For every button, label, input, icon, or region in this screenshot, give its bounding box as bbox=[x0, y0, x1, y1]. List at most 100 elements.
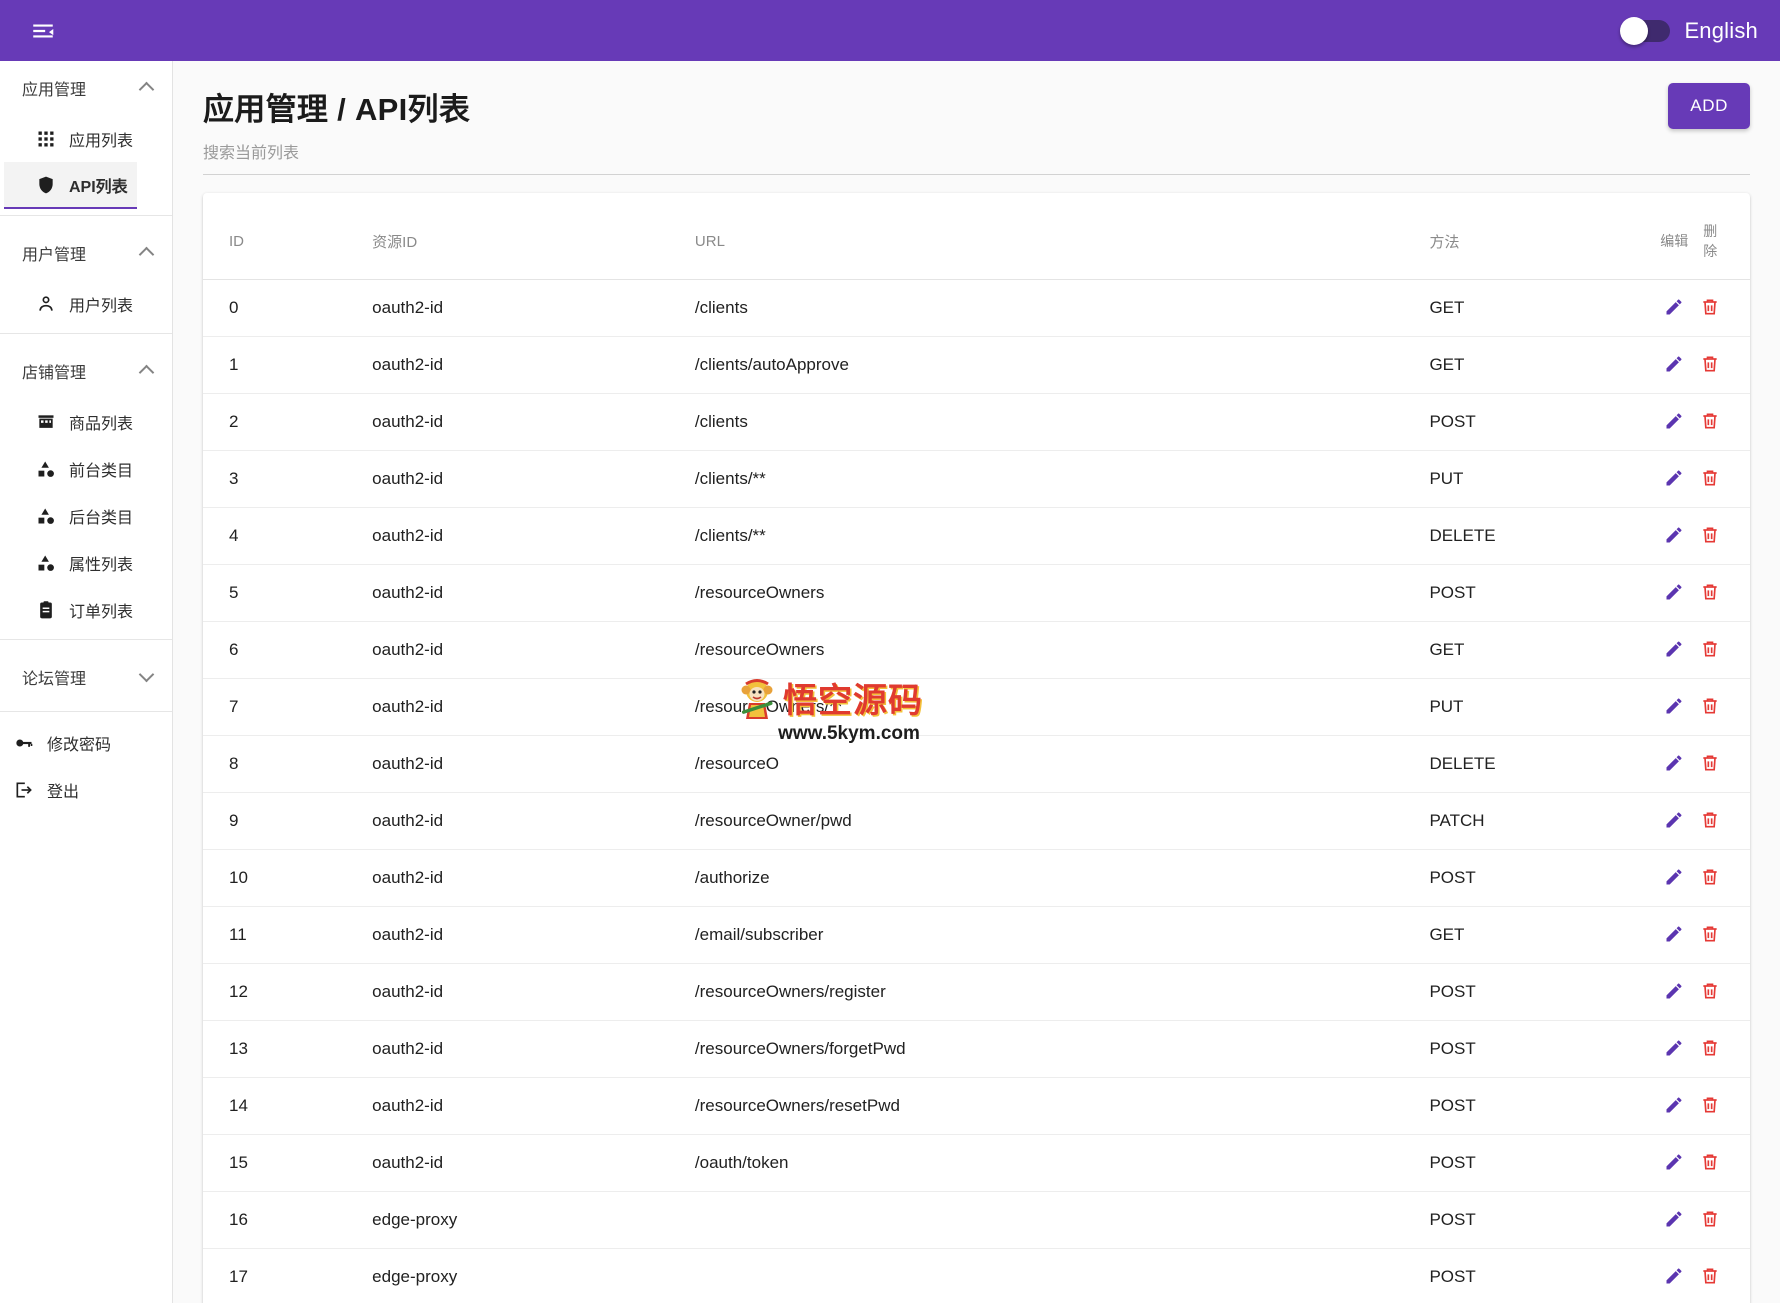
menu-open-icon[interactable] bbox=[20, 8, 66, 54]
table-row[interactable]: 16 edge-proxy POST bbox=[203, 1191, 1750, 1249]
trash-icon[interactable] bbox=[1697, 351, 1723, 377]
trash-icon[interactable] bbox=[1697, 693, 1723, 719]
sidebar-item-attribute-list[interactable]: 属性列表 bbox=[0, 539, 172, 586]
trash-icon[interactable] bbox=[1697, 807, 1723, 833]
sidebar-item-front-category[interactable]: 前台类目 bbox=[0, 445, 172, 492]
cell-delete bbox=[1696, 678, 1750, 736]
sidebar-item-label: API列表 bbox=[69, 178, 128, 196]
pencil-icon[interactable] bbox=[1661, 1206, 1687, 1232]
sidebar-item-label: 商品列表 bbox=[69, 415, 134, 433]
pencil-icon[interactable] bbox=[1661, 294, 1687, 320]
trash-icon[interactable] bbox=[1697, 750, 1723, 776]
sidebar-item-label: 后台类目 bbox=[69, 509, 134, 527]
table-row[interactable]: 13 oauth2-id/resourceOwners/forgetPwd POST bbox=[203, 1020, 1750, 1078]
trash-icon[interactable] bbox=[1697, 921, 1723, 947]
cell-resource: oauth2-id bbox=[372, 906, 695, 964]
table-row[interactable]: 5 oauth2-id/resourceOwners POST bbox=[203, 564, 1750, 622]
sidebar-item-logout[interactable]: 登出 bbox=[0, 766, 172, 813]
trash-icon[interactable] bbox=[1697, 636, 1723, 662]
search-input[interactable] bbox=[203, 139, 1750, 175]
trash-icon[interactable] bbox=[1697, 1035, 1723, 1061]
cell-edit bbox=[1652, 792, 1697, 850]
table-row[interactable]: 4 oauth2-id/clients/** DELETE bbox=[203, 507, 1750, 565]
sidebar-item-product-list[interactable]: 商品列表 bbox=[0, 398, 172, 445]
pencil-icon[interactable] bbox=[1661, 408, 1687, 434]
cell-method: DELETE bbox=[1429, 507, 1653, 565]
pencil-icon[interactable] bbox=[1661, 978, 1687, 1004]
sidebar-item-back-category[interactable]: 后台类目 bbox=[0, 492, 172, 539]
trash-icon[interactable] bbox=[1697, 978, 1723, 1004]
pencil-icon[interactable] bbox=[1661, 465, 1687, 491]
table-row[interactable]: 10 oauth2-id/authorize POST bbox=[203, 849, 1750, 907]
sidebar-item-api-list[interactable]: API列表 bbox=[4, 162, 137, 209]
add-button[interactable]: ADD bbox=[1668, 83, 1750, 129]
table-row[interactable]: 3 oauth2-id/clients/** PUT bbox=[203, 450, 1750, 508]
apps-grid-icon bbox=[36, 129, 56, 149]
column-header-resource[interactable]: 资源ID bbox=[372, 193, 695, 280]
column-header-method[interactable]: 方法 bbox=[1429, 193, 1653, 280]
pencil-icon[interactable] bbox=[1661, 693, 1687, 719]
table-row[interactable]: 2 oauth2-id/clients POST bbox=[203, 393, 1750, 451]
table-row[interactable]: 7 oauth2-id/resourceOwners/** PUT bbox=[203, 678, 1750, 736]
sidebar-group-app-management[interactable]: 应用管理 bbox=[0, 61, 172, 115]
sidebar-divider bbox=[0, 711, 172, 712]
table-row[interactable]: 17 edge-proxy POST bbox=[203, 1248, 1750, 1303]
trash-icon[interactable] bbox=[1697, 294, 1723, 320]
trash-icon[interactable] bbox=[1697, 1263, 1723, 1289]
sidebar-item-app-list[interactable]: 应用列表 bbox=[0, 115, 172, 162]
pencil-icon[interactable] bbox=[1661, 1092, 1687, 1118]
cell-delete bbox=[1696, 336, 1750, 394]
sidebar-item-order-list[interactable]: 订单列表 bbox=[0, 586, 172, 633]
cell-method: POST bbox=[1429, 1134, 1653, 1192]
cell-id: 16 bbox=[203, 1191, 373, 1249]
table-row[interactable]: 8 oauth2-id/resourceO DELETE bbox=[203, 735, 1750, 793]
column-header-id[interactable]: ID bbox=[203, 193, 373, 280]
table-row[interactable]: 14 oauth2-id/resourceOwners/resetPwd POST bbox=[203, 1077, 1750, 1135]
language-switch[interactable]: English bbox=[1620, 16, 1758, 45]
pencil-icon[interactable] bbox=[1661, 522, 1687, 548]
pencil-icon[interactable] bbox=[1661, 750, 1687, 776]
sidebar-group-forum-management[interactable]: 论坛管理 bbox=[0, 650, 172, 704]
pencil-icon[interactable] bbox=[1661, 921, 1687, 947]
column-header-url[interactable]: URL bbox=[694, 193, 1430, 280]
trash-icon[interactable] bbox=[1697, 1206, 1723, 1232]
table-row[interactable]: 6 oauth2-id/resourceOwners GET bbox=[203, 621, 1750, 679]
table-row[interactable]: 1 oauth2-id/clients/autoApprove GET bbox=[203, 336, 1750, 394]
cell-delete bbox=[1696, 564, 1750, 622]
api-table-card: ID 资源ID URL 方法 编辑 删除 0 oauth2-id/clients G… bbox=[203, 193, 1750, 1303]
sidebar-group-store-management[interactable]: 店铺管理 bbox=[0, 344, 172, 398]
table-row[interactable]: 12 oauth2-id/resourceOwners/register POST bbox=[203, 963, 1750, 1021]
table-row[interactable]: 9 oauth2-id/resourceOwner/pwd PATCH bbox=[203, 792, 1750, 850]
trash-icon[interactable] bbox=[1697, 408, 1723, 434]
top-app-bar: English bbox=[0, 0, 1780, 61]
pencil-icon[interactable] bbox=[1661, 807, 1687, 833]
trash-icon[interactable] bbox=[1697, 522, 1723, 548]
trash-icon[interactable] bbox=[1697, 1092, 1723, 1118]
table-row[interactable]: 0 oauth2-id/clients GET bbox=[203, 279, 1750, 337]
pencil-icon[interactable] bbox=[1661, 864, 1687, 890]
table-row[interactable]: 15 oauth2-id/oauth/token POST bbox=[203, 1134, 1750, 1192]
sidebar-group-user-management[interactable]: 用户管理 bbox=[0, 226, 172, 280]
cell-method: DELETE bbox=[1429, 735, 1653, 793]
cell-url: /resourceOwners bbox=[694, 621, 1430, 679]
pencil-icon[interactable] bbox=[1661, 1263, 1687, 1289]
pencil-icon[interactable] bbox=[1661, 579, 1687, 605]
cell-delete bbox=[1696, 963, 1750, 1021]
shield-icon bbox=[36, 175, 56, 195]
sidebar-item-change-password[interactable]: 修改密码 bbox=[0, 719, 172, 766]
trash-icon[interactable] bbox=[1697, 1149, 1723, 1175]
table-row[interactable]: 11 oauth2-id/email/subscriber GET bbox=[203, 906, 1750, 964]
pencil-icon[interactable] bbox=[1661, 1149, 1687, 1175]
cell-id: 2 bbox=[203, 393, 373, 451]
pencil-icon[interactable] bbox=[1661, 1035, 1687, 1061]
sidebar-item-user-list[interactable]: 用户列表 bbox=[0, 280, 172, 327]
clipboard-icon bbox=[36, 600, 56, 620]
cell-url: /clients/** bbox=[694, 450, 1430, 508]
cell-edit bbox=[1652, 678, 1697, 736]
pencil-icon[interactable] bbox=[1661, 351, 1687, 377]
trash-icon[interactable] bbox=[1697, 864, 1723, 890]
trash-icon[interactable] bbox=[1697, 579, 1723, 605]
pencil-icon[interactable] bbox=[1661, 636, 1687, 662]
trash-icon[interactable] bbox=[1697, 465, 1723, 491]
language-toggle[interactable] bbox=[1620, 16, 1671, 45]
